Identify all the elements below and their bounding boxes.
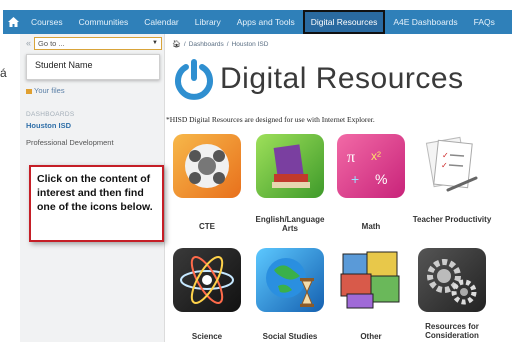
nav-communities[interactable]: Communities xyxy=(71,10,137,34)
dashboard-professional-development[interactable]: Professional Development xyxy=(26,138,114,147)
your-files-label: Your files xyxy=(34,86,65,95)
nav-library[interactable]: Library xyxy=(187,10,229,34)
folder-icon xyxy=(26,88,32,94)
collage-icon xyxy=(340,251,400,309)
breadcrumb: 🏠︎ / Dashboards / Houston ISD xyxy=(172,40,269,49)
dashboards-heading: DASHBOARDS xyxy=(26,111,75,118)
breadcrumb-dashboards[interactable]: Dashboards xyxy=(189,41,224,48)
dashboard-houston-isd[interactable]: Houston ISD xyxy=(26,121,71,130)
resource-label-cte[interactable]: CTE xyxy=(164,222,250,231)
svg-text:π: π xyxy=(347,149,355,166)
stray-character: á xyxy=(0,66,7,80)
breadcrumb-houston-isd: Houston ISD xyxy=(231,40,269,48)
goto-dropdown[interactable]: Go to ... ▼ xyxy=(34,37,162,50)
resource-math[interactable]: π x² + % xyxy=(337,134,405,198)
nav-courses[interactable]: Courses xyxy=(23,10,71,34)
svg-text:x²: x² xyxy=(371,149,381,163)
browser-note: *HISD Digital Resources are designed for… xyxy=(166,115,375,124)
svg-text:+: + xyxy=(351,171,359,187)
top-nav: Courses Communities Calendar Library App… xyxy=(3,10,512,34)
nav-calendar[interactable]: Calendar xyxy=(136,10,187,34)
resource-label-math[interactable]: Math xyxy=(328,222,414,231)
nav-faqs[interactable]: FAQs xyxy=(466,10,503,34)
gears-icon xyxy=(427,259,477,305)
resource-label-english-language-arts[interactable]: English/Language Arts xyxy=(247,215,333,233)
cte-icon xyxy=(185,144,229,188)
nav-a4e-dashboards[interactable]: A4E Dashboards xyxy=(385,10,465,34)
resource-label-resources-for-consideration[interactable]: Resources for Consideration xyxy=(409,322,495,340)
resource-other[interactable] xyxy=(337,248,405,312)
collapse-sidebar-icon[interactable]: « xyxy=(26,38,31,48)
breadcrumb-separator: / xyxy=(226,40,229,48)
atom-icon xyxy=(180,256,234,304)
chevron-down-icon: ▼ xyxy=(152,40,158,46)
student-name: Student Name xyxy=(35,60,93,70)
resource-label-science[interactable]: Science xyxy=(164,332,250,341)
instruction-callout: Click on the content of interest and the… xyxy=(29,165,164,242)
resource-resources-for-consideration[interactable] xyxy=(418,248,486,312)
svg-text:✓: ✓ xyxy=(442,151,449,160)
your-files-link[interactable]: Your files xyxy=(26,86,65,95)
resource-label-other[interactable]: Other xyxy=(328,332,414,341)
student-name-card[interactable]: Student Name xyxy=(26,54,160,80)
home-icon[interactable]: 🏠︎ xyxy=(172,40,181,48)
resource-social-studies[interactable] xyxy=(256,248,324,312)
nav-digital-resources[interactable]: Digital Resources xyxy=(302,10,386,34)
svg-text:✓: ✓ xyxy=(441,161,448,170)
globe-hourglass-icon xyxy=(266,258,314,307)
resource-label-social-studies[interactable]: Social Studies xyxy=(247,332,333,341)
resource-teacher-productivity[interactable]: ✓ ✓ xyxy=(418,134,486,198)
resource-label-teacher-productivity[interactable]: Teacher Productivity xyxy=(409,215,495,224)
resource-science[interactable] xyxy=(173,248,241,312)
power-logo-icon xyxy=(172,58,216,102)
page-title: Digital Resources xyxy=(220,62,464,95)
resource-cte[interactable] xyxy=(173,134,241,198)
breadcrumb-separator: / xyxy=(183,40,186,48)
resource-english-language-arts[interactable] xyxy=(256,134,324,198)
math-icon: π x² + % xyxy=(347,149,387,187)
goto-placeholder: Go to ... xyxy=(38,39,65,48)
checklist-icon: ✓ ✓ xyxy=(425,136,478,192)
nav-apps-and-tools[interactable]: Apps and Tools xyxy=(229,10,303,34)
svg-text:%: % xyxy=(375,171,387,187)
home-icon[interactable] xyxy=(3,10,23,34)
english-books-icon xyxy=(272,144,310,188)
